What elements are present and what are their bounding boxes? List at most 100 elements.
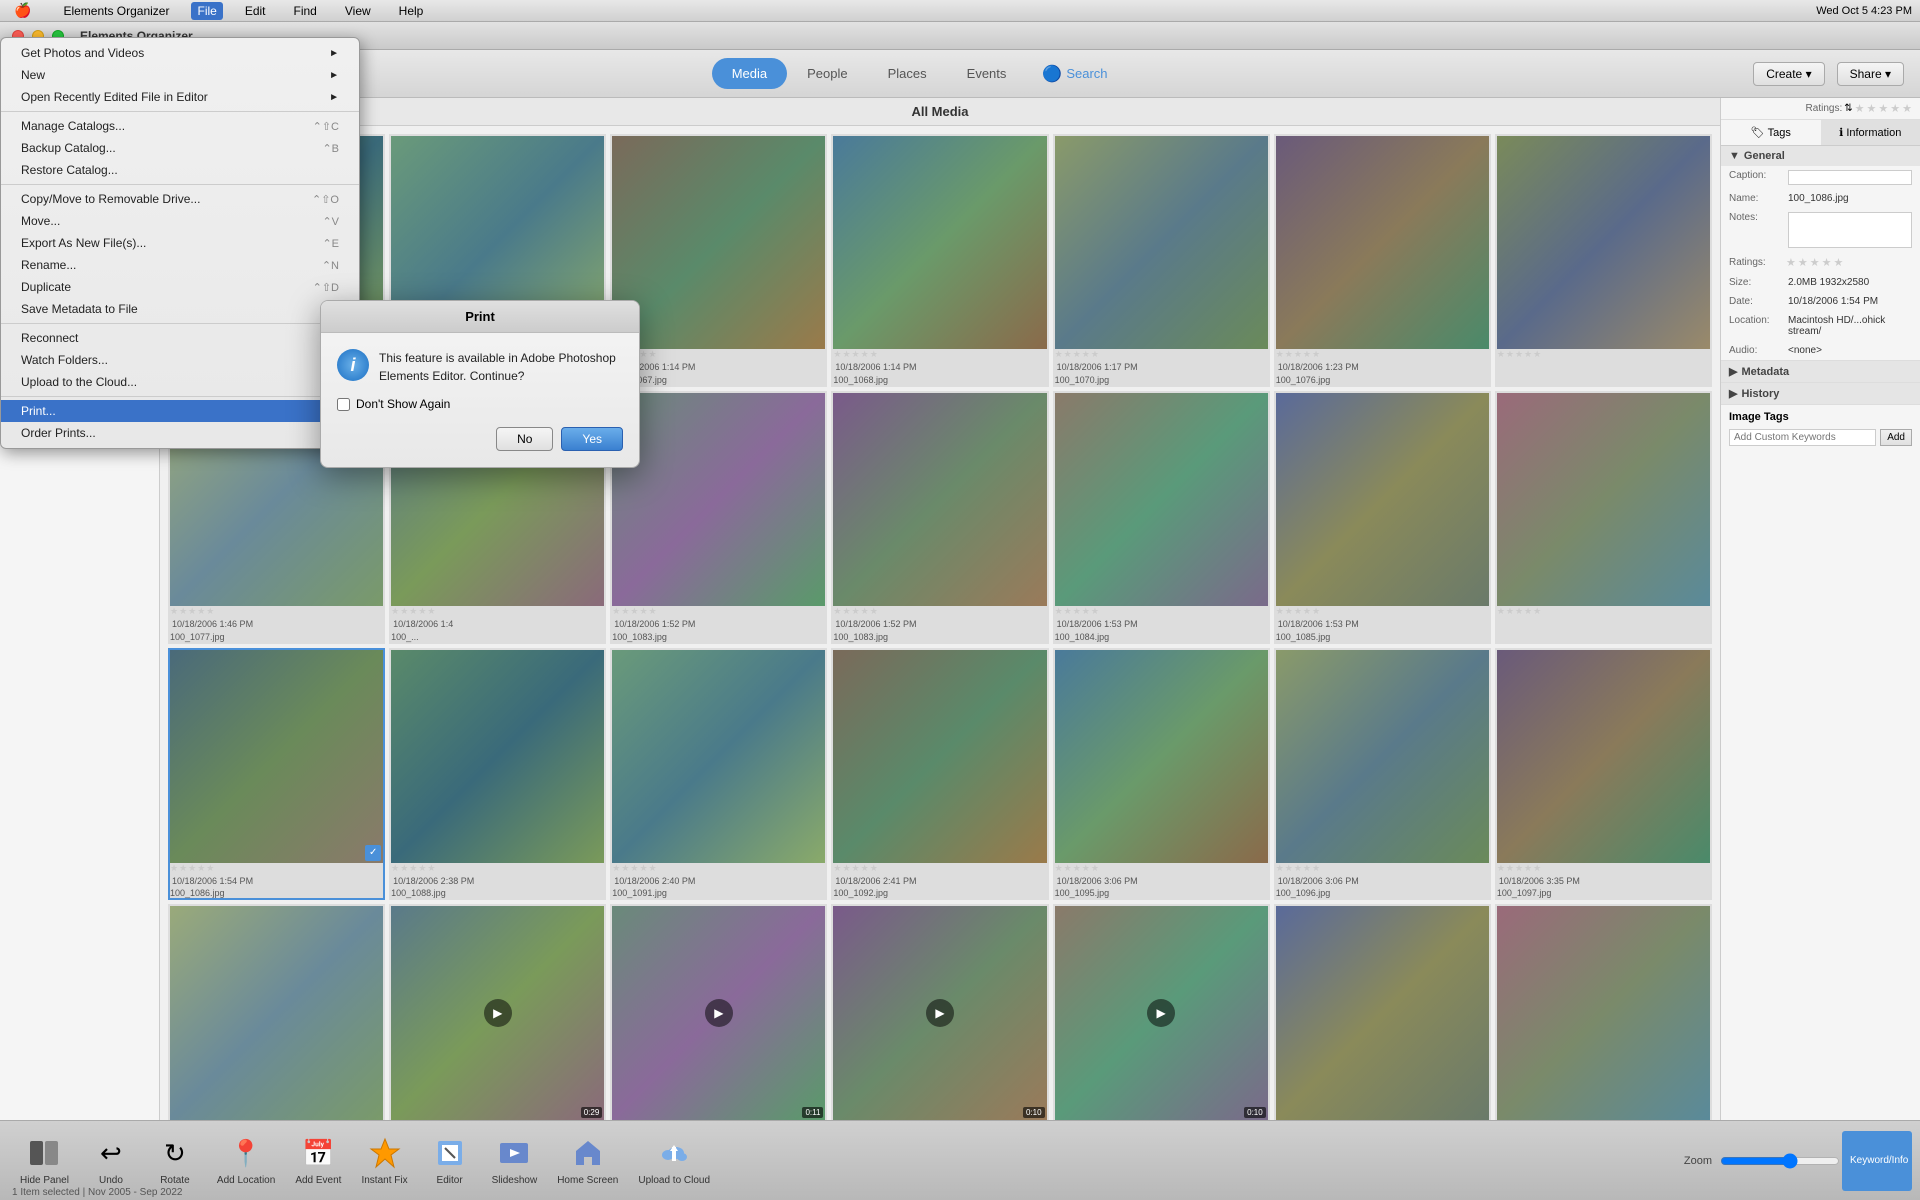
- instant-fix-tool[interactable]: Instant Fix: [353, 1131, 415, 1190]
- photo-stars: ★★★★★: [391, 863, 604, 874]
- table-row[interactable]: ★★★★★ 10/18/2006 3:36 PM 100_1099.jpg: [168, 904, 385, 1120]
- tab-tags[interactable]: 🏷 Tags: [1721, 120, 1821, 145]
- home-screen-tool[interactable]: Home Screen: [549, 1131, 626, 1190]
- dont-show-again-checkbox[interactable]: [337, 398, 350, 411]
- keyword-info-button[interactable]: Keyword/Info: [1842, 1131, 1912, 1191]
- table-row[interactable]: ★★★★★ 10/18/2006 1:17 PM 100_1070.jpg: [1053, 134, 1270, 387]
- tab-info[interactable]: ℹ Information: [1821, 120, 1920, 145]
- file-menu-item[interactable]: File: [191, 2, 222, 20]
- table-row[interactable]: ★★★★★ 10/18/2006 1:53 PM 100_1084.jpg: [1053, 391, 1270, 644]
- share-button[interactable]: Share ▾: [1837, 62, 1904, 86]
- editor-tool[interactable]: Editor: [420, 1131, 480, 1190]
- photo-thumbnail: [1276, 906, 1489, 1119]
- menu-item-move[interactable]: Move... ⌃V: [1, 210, 359, 232]
- menu-item-rename[interactable]: Rename... ⌃N: [1, 254, 359, 276]
- tab-media[interactable]: Media: [712, 58, 787, 89]
- menu-item-new[interactable]: New ►: [1, 64, 359, 86]
- undo-tool[interactable]: ↩ Undo: [81, 1131, 141, 1190]
- star-1[interactable]: ★: [1855, 102, 1865, 115]
- zoom-slider[interactable]: [1720, 1153, 1840, 1169]
- table-row[interactable]: ✓ ★★★★★ 10/18/2006 1:54 PM 100_1086.jpg: [168, 648, 385, 901]
- menu-item-reconnect[interactable]: Reconnect ►: [1, 327, 359, 349]
- table-row[interactable]: ★★★★★ 10/18/2006 2:40 PM 100_1091.jpg: [610, 648, 827, 901]
- add-custom-keywords-input[interactable]: [1729, 429, 1876, 446]
- find-menu-item[interactable]: Find: [288, 2, 323, 20]
- photo-thumbnail: [1276, 393, 1489, 606]
- table-row[interactable]: ★★★★★ 10/18/2006 3:06 PM 100_1096.jpg: [1274, 648, 1491, 901]
- menu-item-print[interactable]: Print... ⌘P: [1, 400, 359, 422]
- table-row[interactable]: ★★★★★ 10/18/2006 1:14 PM 100_1068.jpg: [831, 134, 1048, 387]
- table-row[interactable]: ▶ 0:10 ★★★★★ 10/18/2006 6:45 PM 100_1100…: [831, 904, 1048, 1120]
- table-row[interactable]: ★★★★★ 10/18/2006 2:38 PM 100_1088.jpg: [389, 648, 606, 901]
- menu-item-export[interactable]: Export As New File(s)... ⌃E: [1, 232, 359, 254]
- add-tag-button[interactable]: Add: [1880, 429, 1912, 446]
- menu-item-upload-cloud[interactable]: Upload to the Cloud...: [1, 371, 359, 393]
- home-screen-icon: [570, 1135, 606, 1171]
- table-row[interactable]: ▶ 0:10 ★★★★★ 9/5/2006 1:25 PM 100_0915.m…: [1053, 904, 1270, 1120]
- menu-item-save-metadata[interactable]: Save Metadata to File ⌃W: [1, 298, 359, 320]
- table-row[interactable]: ★★★★★ 10/18/2006 1:52 PM 100_1083.jpg: [610, 391, 827, 644]
- notes-field: Notes:: [1721, 208, 1920, 252]
- table-row[interactable]: ★★★★★ 10/18/2006 2:41 PM 100_1092.jpg: [831, 648, 1048, 901]
- table-row[interactable]: ★★★★★ 10/18/2006 3:06 PM 100_1095.jpg: [1053, 648, 1270, 901]
- name-field: Name: 100_1086.jpg: [1721, 189, 1920, 208]
- menu-item-backup-catalog[interactable]: Backup Catalog... ⌃B: [1, 137, 359, 159]
- tab-search[interactable]: 🔵 Search: [1026, 56, 1123, 92]
- table-row[interactable]: ★★★★★ 10/18/2006 1:14 PM 100_1067.jpg: [610, 134, 827, 387]
- hide-panel-tool[interactable]: Hide Panel: [12, 1131, 77, 1190]
- view-menu-item[interactable]: View: [339, 2, 377, 20]
- star-5[interactable]: ★: [1902, 102, 1912, 115]
- edit-menu-item[interactable]: Edit: [239, 2, 272, 20]
- table-row[interactable]: ★★★★★ 10/18/2006 1:52 PM 100_1083.jpg: [831, 391, 1048, 644]
- rating-star-3[interactable]: ★: [1810, 256, 1820, 269]
- metadata-section-header[interactable]: ▶ Metadata: [1721, 361, 1920, 382]
- tab-events[interactable]: Events: [947, 58, 1027, 89]
- caption-input[interactable]: [1788, 170, 1912, 185]
- tab-people[interactable]: People: [787, 58, 867, 89]
- apple-menu[interactable]: 🍎: [8, 0, 37, 21]
- table-row[interactable]: ★★★★★ 10/18/2006 1:53 PM 100_1085.jpg: [1274, 391, 1491, 644]
- menu-item-label: Order Prints...: [21, 426, 96, 440]
- menu-item-restore-catalog[interactable]: Restore Catalog...: [1, 159, 359, 181]
- app-menu[interactable]: Elements Organizer: [57, 2, 175, 20]
- table-row[interactable]: ★★★★★ 11/1/2005 10:26 AM 100_0900.jpg: [1495, 904, 1712, 1120]
- tags-input-row: Add: [1729, 429, 1912, 446]
- table-row[interactable]: ★★★★★ 11/1/2005 10:25 AM 100_0899.jpg: [1274, 904, 1491, 1120]
- menu-item-copy-move[interactable]: Copy/Move to Removable Drive... ⌃⇧O: [1, 188, 359, 210]
- table-row[interactable]: ▶ 0:11 ★★★★★ 10/18/2006 6:45 PM 100_1098…: [610, 904, 827, 1120]
- create-button[interactable]: Create ▾: [1753, 62, 1824, 86]
- rotate-tool[interactable]: ↻ Rotate: [145, 1131, 205, 1190]
- star-3[interactable]: ★: [1878, 102, 1888, 115]
- upload-cloud-tool[interactable]: Upload to Cloud: [630, 1131, 718, 1190]
- undo-label: Undo: [99, 1175, 123, 1186]
- help-menu-item[interactable]: Help: [393, 2, 430, 20]
- menu-item-order-prints[interactable]: Order Prints... ►: [1, 422, 359, 444]
- menu-item-duplicate[interactable]: Duplicate ⌃⇧D: [1, 276, 359, 298]
- table-row[interactable]: ★★★★★: [1495, 391, 1712, 644]
- add-event-tool[interactable]: 📅 Add Event: [287, 1131, 349, 1190]
- star-2[interactable]: ★: [1867, 102, 1877, 115]
- star-4[interactable]: ★: [1890, 102, 1900, 115]
- no-button[interactable]: No: [496, 427, 553, 451]
- rating-star-4[interactable]: ★: [1822, 256, 1832, 269]
- add-location-tool[interactable]: 📍 Add Location: [209, 1131, 283, 1190]
- notes-input[interactable]: [1788, 212, 1912, 248]
- rating-star-1[interactable]: ★: [1786, 256, 1796, 269]
- table-row[interactable]: ★★★★★ 10/18/2006 1:23 PM 100_1076.jpg: [1274, 134, 1491, 387]
- table-row[interactable]: ★★★★★ 10/18/2006 3:35 PM 100_1097.jpg: [1495, 648, 1712, 901]
- menu-item-open-recent[interactable]: Open Recently Edited File in Editor ►: [1, 86, 359, 108]
- menu-item-manage-catalogs[interactable]: Manage Catalogs... ⌃⇧C: [1, 115, 359, 137]
- photo-thumbnail: [833, 136, 1046, 349]
- yes-button[interactable]: Yes: [561, 427, 623, 451]
- rating-star-5[interactable]: ★: [1834, 256, 1844, 269]
- general-section-header[interactable]: ▼ General: [1721, 146, 1920, 166]
- table-row[interactable]: ★★★★★: [1495, 134, 1712, 387]
- menu-item-watch-folders[interactable]: Watch Folders...: [1, 349, 359, 371]
- tab-places[interactable]: Places: [868, 58, 947, 89]
- menu-item-get-photos[interactable]: Get Photos and Videos ►: [1, 42, 359, 64]
- history-section-header[interactable]: ▶ History: [1721, 383, 1920, 404]
- slideshow-tool[interactable]: Slideshow: [484, 1131, 546, 1190]
- photo-date: 10/18/2006 1:14 PM: [612, 360, 825, 375]
- table-row[interactable]: ▶ 0:29 ★★★★★ 10/18/2006 6:43 PM 100_1081…: [389, 904, 606, 1120]
- rating-star-2[interactable]: ★: [1798, 256, 1808, 269]
